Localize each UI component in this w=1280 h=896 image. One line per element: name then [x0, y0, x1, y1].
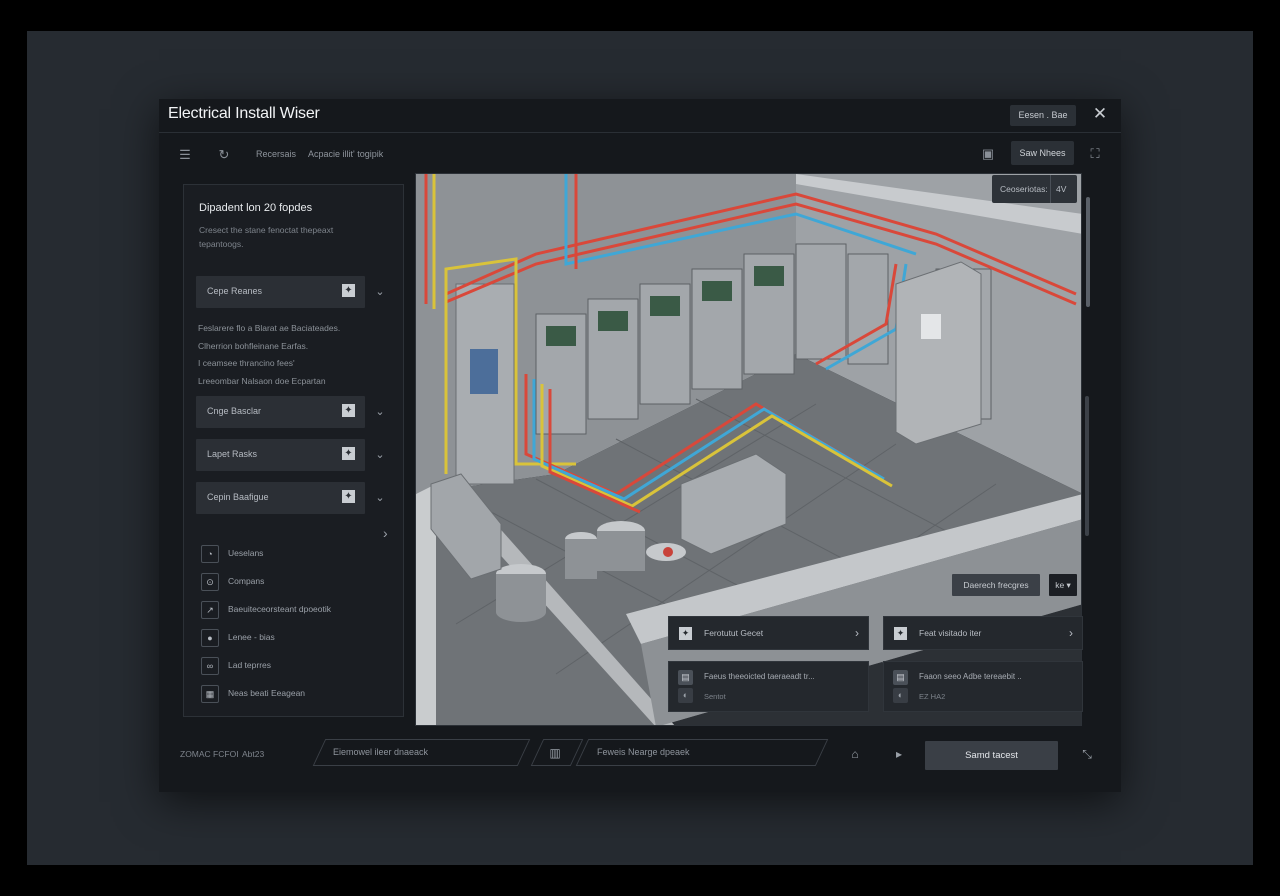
dropdown-label: Lapet Rasks	[207, 449, 258, 459]
home-icon[interactable]: ⌂	[848, 747, 862, 761]
tool-label: Neas beati Eeagean	[228, 688, 306, 698]
wire-icon: ↗	[201, 601, 219, 619]
component-icon: ✦	[894, 627, 907, 640]
viewport-scrollbar-lower[interactable]	[1085, 396, 1089, 536]
chevron-right-icon: ›	[855, 626, 859, 640]
book-icon: ▥	[549, 746, 561, 760]
info-text: Faeus theeoicted taeraeadt tr...	[704, 672, 815, 681]
note-line: Lreeombar Nalsaon doe Ecpartan	[198, 375, 326, 386]
coordinates-chip[interactable]: Ceoseriotas: 4V	[992, 175, 1077, 203]
card-label: Ferotutut Gecet	[704, 628, 764, 638]
sidebar-notes: Feslarere flo a Blarat ae Baciateades. C…	[198, 320, 340, 390]
tool-label: Ueselans	[228, 548, 264, 558]
viewport-overlay-button[interactable]: Daerech frecgres	[952, 574, 1040, 596]
note-line: Feslarere flo a Blarat ae Baciateades.	[198, 323, 341, 333]
plug-icon: ●	[201, 629, 219, 647]
chevron-down-icon[interactable]: ⌄	[372, 284, 388, 300]
viewport-overlay-toggle[interactable]: ke ▾	[1049, 574, 1077, 596]
grid-icon: ▦	[201, 685, 219, 703]
chevron-right-icon: ›	[1069, 626, 1073, 640]
info-subtext: EZ HA2	[919, 692, 946, 701]
info-subtext: Sentot	[704, 692, 726, 701]
viewport-scrollbar[interactable]	[1086, 197, 1090, 307]
chevron-down-icon[interactable]: ⌄	[372, 447, 388, 463]
gauge-icon: ◔	[201, 545, 219, 563]
link-icon: ∞	[201, 657, 219, 675]
sidebar-panel: Dipadent lon 20 fopdes Cresect the stane…	[183, 184, 404, 717]
calendar-icon[interactable]: ▣	[980, 146, 996, 162]
dropdown-label: Cepin Baafigue	[207, 492, 269, 502]
expand-icon[interactable]: ⛶	[1087, 146, 1103, 162]
component-icon: ✦	[679, 627, 692, 640]
dropdown-3[interactable]: Lapet Rasks ✦	[196, 439, 365, 471]
status-text: ZOMAC FCFOI	[180, 749, 239, 759]
chevron-down-icon[interactable]: ⌄	[372, 404, 388, 420]
toolbar-item-1[interactable]: Recersais	[256, 149, 296, 159]
coordinates-value: 4V	[1056, 184, 1067, 194]
bottom-bar: ZOMAC FCFOI Abt23 Eiemowel ileer dnaeack…	[159, 729, 1121, 792]
dropdown-label: Cnge Basclar	[207, 406, 262, 416]
dropdown-option-icon[interactable]: ✦	[342, 447, 355, 460]
primary-action-button[interactable]: Samd tacest	[925, 741, 1058, 770]
chevron-right-icon[interactable]: ›	[383, 525, 388, 541]
dropdown-option-icon[interactable]: ✦	[342, 490, 355, 503]
input-field-1-text: Eiemowel ileer dnaeack	[333, 747, 429, 757]
info-card-2[interactable]: ▤ ◐ Faaon seeo Adbe tereaebit .. EZ HA2	[883, 661, 1083, 712]
toolbar-item-2[interactable]: Acpacie illit' togipik	[308, 149, 383, 159]
component-icon: ⊙	[201, 573, 219, 591]
chevron-down-icon[interactable]: ⌄	[372, 490, 388, 506]
window-title: Electrical Install Wiser	[168, 105, 320, 122]
meter-icon: ◐	[893, 688, 908, 703]
tool-label: Lad teprres	[228, 660, 271, 670]
dropdown-2[interactable]: Cnge Basclar ✦	[196, 396, 365, 428]
dropdown-1[interactable]: Cepe Reanes ✦	[196, 276, 365, 308]
status-subtext: Abt23	[242, 749, 265, 759]
panel-icon: ▤	[678, 670, 693, 685]
menu-icon[interactable]: ☰	[177, 147, 193, 163]
dropdown-label: Cepe Reanes	[207, 286, 263, 296]
input-field-2-text: Feweis Nearge dpeaek	[597, 747, 690, 757]
dropdown-option-icon[interactable]: ✦	[342, 404, 355, 417]
note-line: Clherrion bohfleinane Earfas.	[198, 340, 309, 351]
card-label: Feat visitado iter	[919, 628, 982, 638]
tool-label: Baeuiteceorsteant dpoeotik	[228, 604, 332, 614]
collapse-icon[interactable]: ⤡	[1080, 747, 1094, 761]
action-card-1[interactable]: ✦ Ferotutut Gecet ›	[668, 616, 869, 650]
sidebar-subtitle: Cresect the stane fenoctat thepeaxt tepa…	[199, 225, 334, 249]
coordinates-label: Ceoseriotas:	[1000, 184, 1048, 194]
info-text: Faaon seeo Adbe tereaebit ..	[919, 672, 1022, 681]
toolbar-action-button[interactable]: Saw Nhees	[1011, 141, 1074, 165]
dropdown-4[interactable]: Cepin Baafigue ✦	[196, 482, 365, 514]
next-icon[interactable]: ▸	[892, 747, 906, 761]
title-bar: Electrical Install Wiser Eesen . Bae ✕	[159, 99, 1121, 133]
panel-icon: ▤	[893, 670, 908, 685]
app-window: Electrical Install Wiser Eesen . Bae ✕ ☰…	[159, 99, 1121, 792]
toolbar: ☰ ↻ Recersais Acpacie illit' togipik ▣ S…	[159, 133, 1121, 173]
title-action-button[interactable]: Eesen . Bae	[1010, 105, 1076, 126]
action-card-2[interactable]: ✦ Feat visitado iter ›	[883, 616, 1083, 650]
tool-label: Lenee - bias	[228, 632, 275, 642]
meter-icon: ◐	[678, 688, 693, 703]
sidebar-title: Dipadent lon 20 fopdes	[199, 202, 313, 214]
refresh-icon[interactable]: ↻	[216, 147, 232, 163]
close-icon[interactable]: ✕	[1091, 105, 1109, 123]
dropdown-option-icon[interactable]: ✦	[342, 284, 355, 297]
note-line: I ceamsee thrancino fees'	[198, 358, 295, 368]
tool-label: Compans	[228, 576, 265, 586]
info-card-1[interactable]: ▤ ◐ Faeus theeoicted taeraeadt tr... Sen…	[668, 661, 869, 712]
